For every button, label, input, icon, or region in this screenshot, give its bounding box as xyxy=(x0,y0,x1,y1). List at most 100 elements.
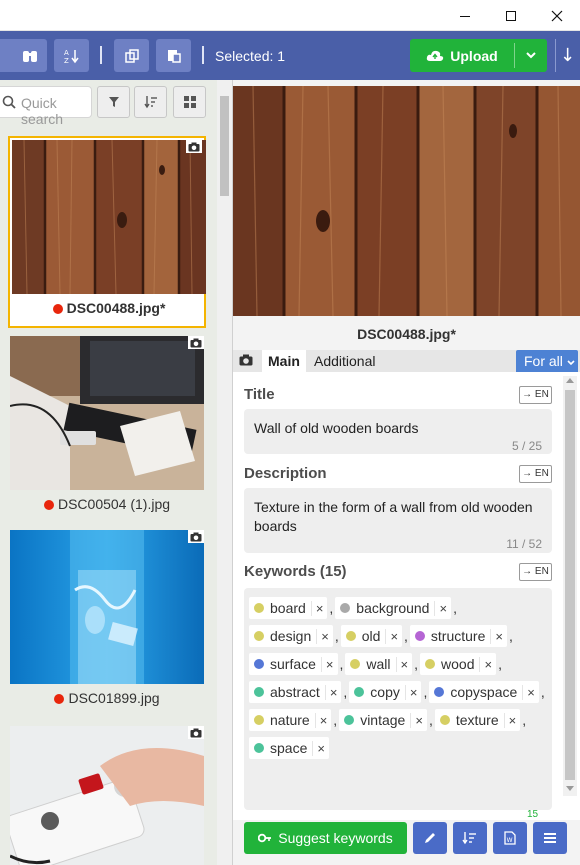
camera-icon xyxy=(188,336,204,349)
keyword-chip[interactable]: space × xyxy=(249,737,329,759)
remove-keyword-icon[interactable]: × xyxy=(434,600,447,616)
remove-keyword-icon[interactable]: × xyxy=(320,656,334,672)
remove-keyword-icon[interactable]: × xyxy=(404,684,417,700)
remove-keyword-icon[interactable]: × xyxy=(324,684,337,700)
keyword-item: nature ×, xyxy=(249,709,337,731)
suggest-keywords-button[interactable]: Suggest keywords xyxy=(244,822,407,854)
suggest-keywords-label: Suggest keywords xyxy=(278,830,393,846)
keyword-color-dot xyxy=(254,659,264,669)
scrollbar-thumb[interactable] xyxy=(565,390,575,780)
sort-keywords-button[interactable] xyxy=(453,822,487,854)
keywords-translate-button[interactable]: → EN xyxy=(519,563,552,581)
for-all-dropdown[interactable]: For all xyxy=(516,350,578,372)
keyword-chip[interactable]: nature × xyxy=(249,709,332,731)
sort-az-button[interactable]: AZ xyxy=(54,39,89,72)
upload-button[interactable]: Upload xyxy=(410,39,514,72)
remove-keyword-icon[interactable]: × xyxy=(395,656,408,672)
keywords-count: 15 xyxy=(527,809,539,820)
thumbnail-scrollbar[interactable] xyxy=(217,80,232,865)
keyword-chip[interactable]: background × xyxy=(335,597,452,619)
keyword-text: nature xyxy=(270,712,310,728)
upload-button-group: Upload xyxy=(410,39,547,72)
close-button[interactable] xyxy=(534,0,580,31)
tab-additional[interactable]: Additional xyxy=(308,350,382,372)
keyword-text: copy xyxy=(370,684,400,700)
remove-keyword-icon[interactable]: × xyxy=(314,712,327,728)
keyword-chip[interactable]: vintage × xyxy=(339,709,427,731)
upload-dropdown[interactable] xyxy=(515,39,547,72)
metadata-scrollbar[interactable] xyxy=(563,376,577,796)
details-panel: DSC00488.jpg* Main Additional For all Ti… xyxy=(232,80,580,865)
keyword-separator: , xyxy=(428,712,433,728)
keyword-text: old xyxy=(361,628,381,644)
tab-main[interactable]: Main xyxy=(262,350,306,372)
keyword-chip[interactable]: copy × xyxy=(349,681,422,703)
keyword-color-dot xyxy=(350,659,361,669)
keyword-color-dot xyxy=(254,715,264,725)
edit-button[interactable] xyxy=(413,822,447,854)
keyword-chip[interactable]: abstract × xyxy=(249,681,342,703)
remove-keyword-icon[interactable]: × xyxy=(410,712,423,728)
keyword-separator: , xyxy=(540,684,545,700)
keyword-chip[interactable]: wood × xyxy=(420,653,497,675)
keyword-chip[interactable]: board × xyxy=(249,597,328,619)
remove-keyword-icon[interactable]: × xyxy=(490,628,503,644)
find-button[interactable] xyxy=(12,39,47,72)
keyword-item: wall ×, xyxy=(345,653,418,675)
description-translate-button[interactable]: → EN xyxy=(519,465,552,483)
arrow-down-icon[interactable]: ↓ xyxy=(560,45,575,66)
camera-icon[interactable] xyxy=(239,354,253,366)
copy-button[interactable] xyxy=(114,39,149,72)
keyword-separator: , xyxy=(329,600,334,616)
maximize-button[interactable] xyxy=(488,0,534,31)
maximize-icon xyxy=(506,10,516,21)
remove-keyword-icon[interactable]: × xyxy=(503,712,516,728)
menu-button[interactable] xyxy=(533,822,567,854)
key-icon xyxy=(258,833,272,843)
svg-text:W: W xyxy=(507,837,513,844)
paste-button[interactable] xyxy=(156,39,191,72)
pencil-icon xyxy=(425,833,435,843)
keyword-chip[interactable]: structure × xyxy=(409,625,507,647)
thumbnail-caption: DSC00488.jpg* xyxy=(10,300,208,316)
search-input[interactable]: Quick search xyxy=(0,86,92,127)
remove-keyword-icon[interactable]: × xyxy=(385,628,398,644)
minimize-button[interactable] xyxy=(442,0,488,31)
grid-view-button[interactable] xyxy=(173,86,206,118)
keyword-chip[interactable]: texture × xyxy=(434,709,521,731)
keyword-item: copy ×, xyxy=(349,681,427,703)
thumbnail-card[interactable] xyxy=(8,724,206,865)
cloud-upload-icon xyxy=(427,50,444,61)
thumbnail-card[interactable]: DSC00504 (1).jpg xyxy=(8,334,206,526)
description-field[interactable]: Texture in the form of a wall from old w… xyxy=(244,488,552,553)
remove-keyword-icon[interactable]: × xyxy=(316,628,329,644)
remove-keyword-icon[interactable]: × xyxy=(312,740,325,756)
keyword-item: design ×, xyxy=(249,625,339,647)
word-export-button[interactable]: W xyxy=(493,822,527,854)
keyword-chip[interactable]: copyspace × xyxy=(429,681,539,703)
title-translate-button[interactable]: → EN xyxy=(519,386,552,404)
keyword-chip[interactable]: surface × xyxy=(249,653,338,675)
title-value: Wall of old wooden boards xyxy=(254,420,419,436)
keyword-item: abstract ×, xyxy=(249,681,347,703)
grid-icon xyxy=(183,96,196,108)
keywords-field[interactable]: board ×, background ×, design ×, old ×, structur… xyxy=(244,588,552,810)
keyword-chip[interactable]: old × xyxy=(340,625,403,647)
keyword-chip[interactable]: design × xyxy=(249,625,333,647)
keyword-chip[interactable]: wall × xyxy=(345,653,413,675)
remove-keyword-icon[interactable]: × xyxy=(310,600,323,616)
glass-thumbnail-image xyxy=(10,530,204,684)
sort-button[interactable] xyxy=(134,86,167,118)
thumbnail-filename: DSC00504 (1).jpg xyxy=(57,496,171,512)
remove-keyword-icon[interactable]: × xyxy=(479,656,492,672)
camera-icon xyxy=(186,140,202,153)
thumbnail-filename: DSC00488.jpg* xyxy=(66,300,166,316)
scrollbar-thumb[interactable] xyxy=(220,96,229,196)
status-dot xyxy=(54,694,65,704)
filter-button[interactable] xyxy=(97,86,130,118)
thumbnail-card[interactable]: DSC01899.jpg xyxy=(8,528,206,720)
remove-keyword-icon[interactable]: × xyxy=(522,684,535,700)
keyword-list: board ×, background ×, design ×, old ×, structur… xyxy=(249,597,549,759)
title-field[interactable]: Wall of old wooden boards 5 / 25 xyxy=(244,409,552,454)
thumbnail-card[interactable]: DSC00488.jpg* xyxy=(8,136,206,328)
